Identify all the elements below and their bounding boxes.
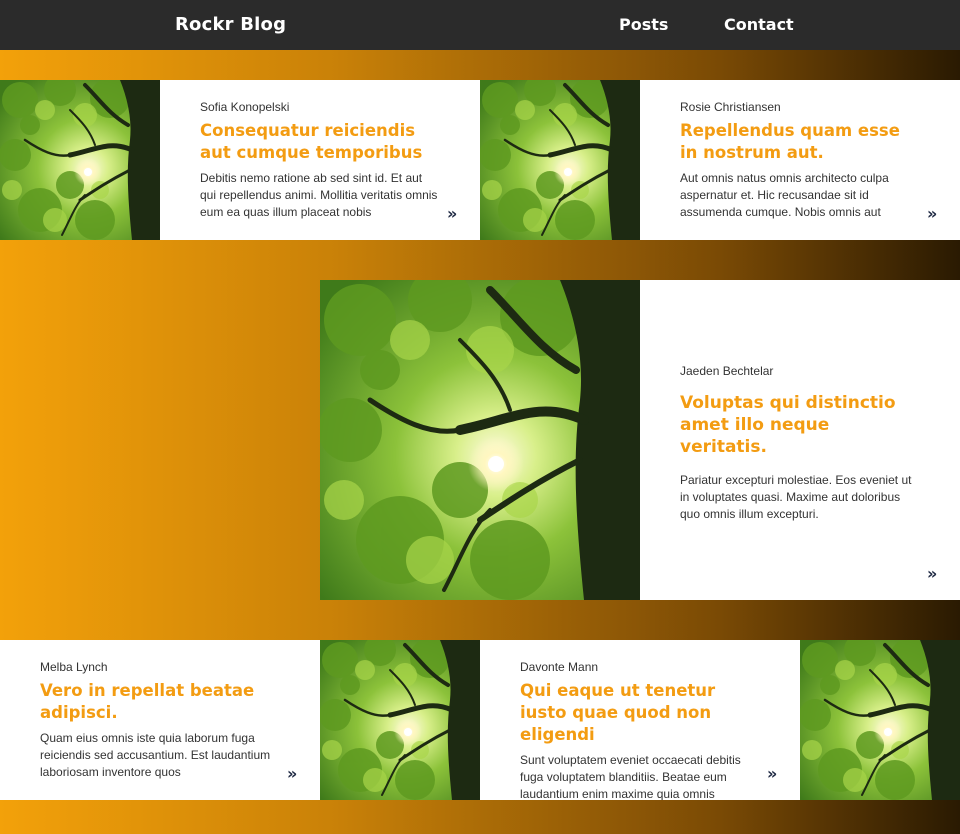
post-title[interactable]: Vero in repellat beatae adipisci. [40, 680, 280, 724]
double-chevron-right-icon[interactable]: » [927, 204, 937, 223]
double-chevron-right-icon[interactable]: » [447, 204, 457, 223]
post-card[interactable]: Melba Lynch Vero in repellat beatae adip… [0, 640, 320, 800]
post-title[interactable]: Voluptas qui distinctio amet illo neque … [680, 392, 920, 458]
double-chevron-right-icon[interactable]: » [767, 764, 777, 783]
post-thumbnail-image[interactable] [800, 640, 960, 800]
top-nav-bar: Rockr Blog Posts Contact [0, 0, 960, 50]
post-thumbnail-image[interactable] [0, 80, 160, 240]
post-title[interactable]: Repellendus quam esse in nostrum aut. [680, 120, 920, 164]
post-excerpt: Debitis nemo ratione ab sed sint id. Et … [200, 171, 438, 219]
post-excerpt: Quam eius omnis iste quia laborum fuga r… [40, 731, 271, 779]
post-card[interactable]: Davonte Mann Qui eaque ut tenetur iusto … [480, 640, 800, 800]
post-author: Davonte Mann [520, 660, 599, 674]
post-author: Rosie Christiansen [680, 100, 781, 114]
double-chevron-right-icon[interactable]: » [287, 764, 297, 783]
double-chevron-right-icon[interactable]: » [927, 564, 937, 583]
post-thumbnail-image[interactable] [480, 80, 640, 240]
post-excerpt: Sunt voluptatem eveniet occaecati debiti… [520, 753, 741, 800]
post-author: Sofia Konopelski [200, 100, 290, 114]
featured-post-card[interactable]: Jaeden Bechtelar Voluptas qui distinctio… [640, 280, 960, 600]
post-thumbnail-image[interactable] [320, 640, 480, 800]
post-card[interactable]: Rosie Christiansen Repellendus quam esse… [640, 80, 960, 240]
post-author: Melba Lynch [40, 660, 108, 674]
post-excerpt: Aut omnis natus omnis architecto culpa a… [680, 171, 889, 219]
post-author: Jaeden Bechtelar [680, 364, 774, 378]
brand-logo[interactable]: Rockr Blog [175, 14, 286, 35]
nav-contact-link[interactable]: Contact [724, 15, 794, 34]
post-card[interactable]: Sofia Konopelski Consequatur reiciendis … [160, 80, 480, 240]
featured-post-image[interactable] [320, 280, 640, 600]
post-title[interactable]: Consequatur reiciendis aut cumque tempor… [200, 120, 440, 164]
post-excerpt: Pariatur excepturi molestiae. Eos evenie… [680, 473, 912, 521]
nav-posts-link[interactable]: Posts [619, 15, 668, 34]
post-title[interactable]: Qui eaque ut tenetur iusto quae quod non… [520, 680, 760, 746]
